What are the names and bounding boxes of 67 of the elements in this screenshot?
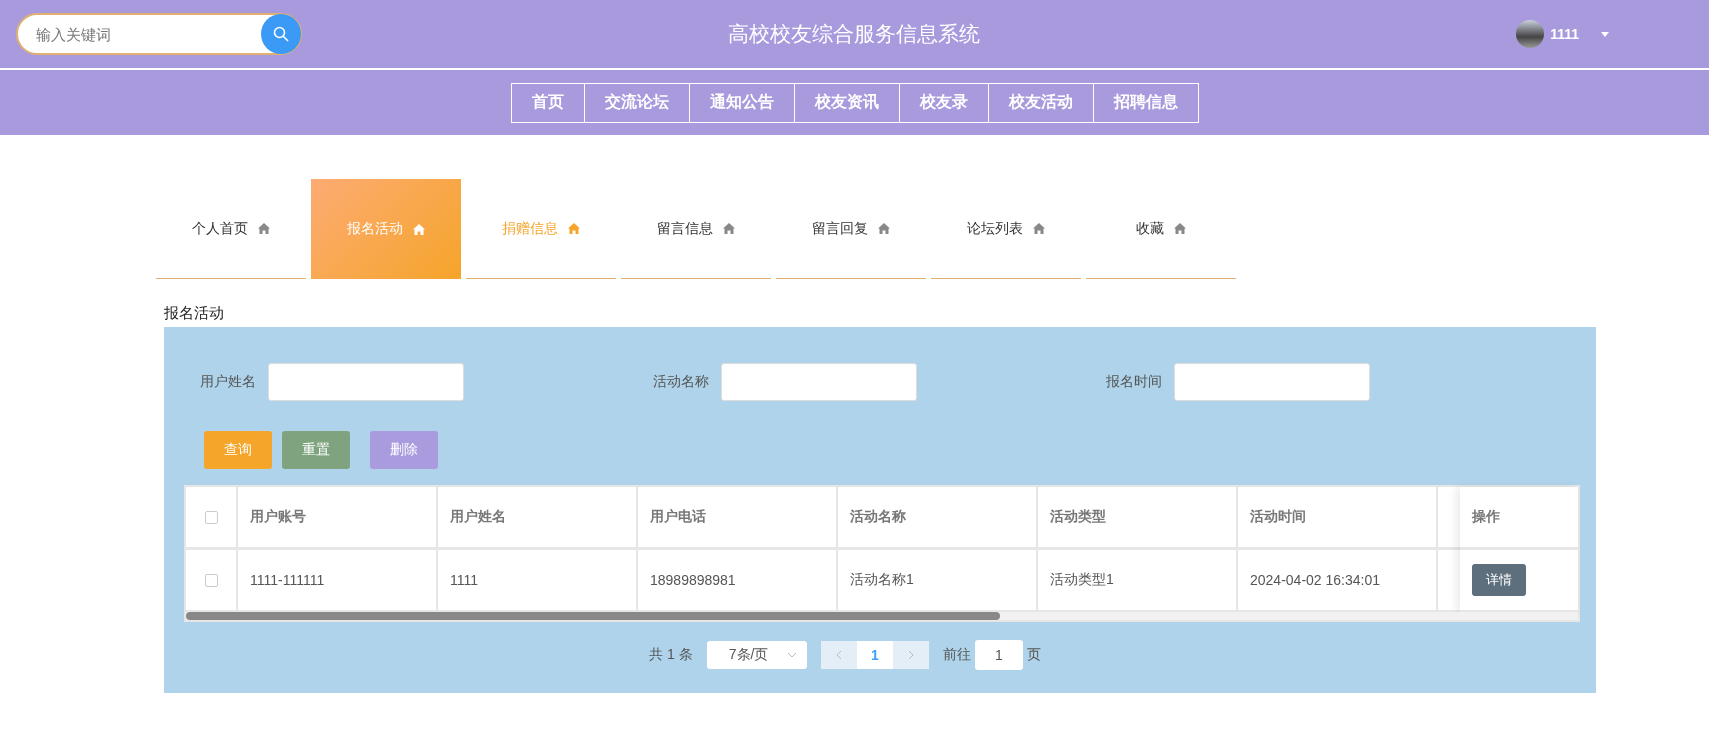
column-header: 活动名称: [838, 487, 1038, 547]
details-button[interactable]: 详情: [1472, 564, 1526, 596]
column-header: 用户电话: [638, 487, 838, 547]
nav-link[interactable]: 校友录: [899, 82, 989, 123]
tab[interactable]: 论坛列表: [931, 179, 1081, 279]
nav-link[interactable]: 首页: [511, 82, 585, 123]
user-name[interactable]: 1111: [1550, 26, 1579, 42]
tab[interactable]: 留言信息: [621, 179, 771, 279]
home-icon: [723, 223, 735, 234]
tab[interactable]: 捐赠信息: [466, 179, 616, 279]
prev-page-button[interactable]: [820, 641, 857, 669]
field-label: 活动名称: [653, 373, 709, 391]
delete-button[interactable]: 删除: [370, 431, 438, 469]
table-cell: 活动类型1: [1038, 550, 1238, 610]
goto-label: 前往: [942, 646, 971, 664]
home-icon: [878, 223, 890, 234]
input-field[interactable]: [1174, 363, 1370, 401]
column-header: 用户姓名: [438, 487, 638, 547]
search-button[interactable]: [261, 14, 301, 54]
nav-link[interactable]: 通知公告: [689, 82, 795, 123]
page-size-select[interactable]: 7条/页: [706, 641, 807, 669]
nav-link[interactable]: 校友活动: [988, 82, 1094, 123]
table-cell: 1111-111111: [238, 550, 438, 610]
site-title: 高校校友综合服务信息系统: [727, 21, 982, 47]
table-cell: 18989898981: [638, 550, 838, 610]
nav-link[interactable]: 招聘信息: [1093, 82, 1199, 123]
search-bar[interactable]: 输入关键词: [16, 13, 302, 55]
chevron-left-icon: [835, 650, 842, 660]
home-icon: [413, 223, 425, 235]
table-cell: 1111: [438, 550, 638, 610]
tab[interactable]: 留言回复: [776, 179, 926, 279]
input-field[interactable]: [268, 363, 464, 401]
avatar[interactable]: [1516, 20, 1545, 48]
page-input[interactable]: 1: [974, 640, 1023, 670]
home-icon: [1033, 223, 1045, 234]
scrollbar-thumb[interactable]: [186, 612, 1000, 620]
page-number[interactable]: 1: [856, 641, 893, 669]
page-suffix: 页: [1026, 646, 1041, 664]
chevron-right-icon: [907, 650, 914, 660]
reset-button[interactable]: 重置: [282, 431, 350, 469]
home-icon: [1174, 223, 1186, 234]
next-page-button[interactable]: [892, 641, 929, 669]
checkbox[interactable]: [204, 573, 218, 587]
checkbox[interactable]: [204, 510, 218, 524]
input-field[interactable]: [721, 363, 917, 401]
field-label: 用户姓名: [200, 373, 256, 391]
column-header: 操作: [1471, 507, 1501, 526]
tab[interactable]: 报名活动: [311, 179, 461, 279]
tab[interactable]: 收藏: [1086, 179, 1236, 279]
home-icon: [258, 223, 270, 234]
table-cell: 活动名称1: [838, 550, 1038, 610]
section-title: 报名活动: [164, 304, 225, 323]
field-label: 报名时间: [1106, 373, 1162, 391]
search-icon: [273, 26, 289, 42]
total-count: 共 1 条: [649, 646, 693, 664]
nav-link[interactable]: 校友资讯: [794, 82, 900, 123]
caret-icon[interactable]: [1601, 31, 1609, 37]
nav-link[interactable]: 交流论坛: [584, 82, 690, 123]
column-header: 活动时间: [1238, 487, 1438, 547]
table-cell: 2024-04-02 16:34:01: [1238, 550, 1438, 610]
column-header: 活动类型: [1038, 487, 1238, 547]
tab[interactable]: 个人首页: [156, 179, 306, 279]
chevron-down-icon: [786, 652, 797, 658]
search-field[interactable]: 输入关键词: [34, 24, 261, 44]
home-icon: [568, 223, 580, 234]
column-header: 用户账号: [238, 487, 438, 547]
query-button[interactable]: 查询: [204, 431, 272, 469]
